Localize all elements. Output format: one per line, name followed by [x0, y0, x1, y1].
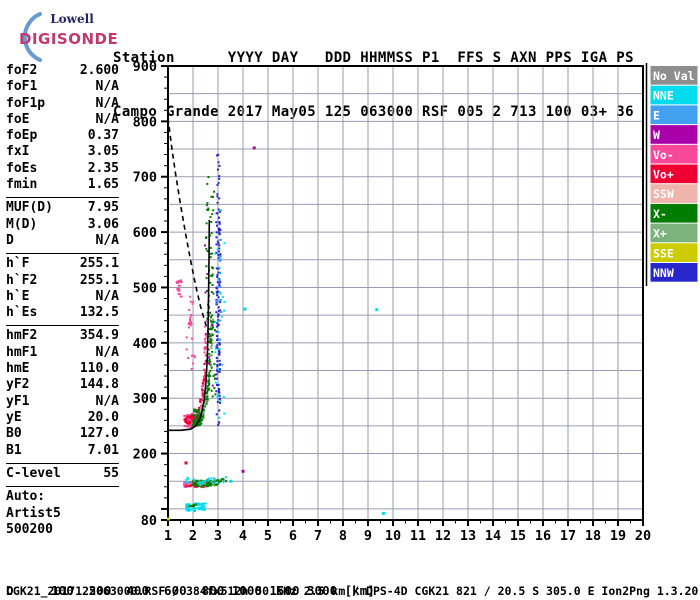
- legend-label: X+: [653, 227, 667, 241]
- x-tick-label: 2: [189, 528, 197, 544]
- x-tick-label: 14: [485, 528, 501, 544]
- x-tick-label: 15: [510, 528, 526, 544]
- legend-item-SSE: SSE: [650, 243, 698, 262]
- file-info-line: CGK21_2017125063000.RSF / 384fx512h 50 k…: [6, 584, 699, 598]
- legend-label: W: [653, 128, 660, 142]
- y-tick-label: 800: [133, 114, 157, 130]
- legend-item-W: W: [650, 125, 698, 144]
- stray-point: [243, 307, 247, 311]
- legend-item-X+: X+: [650, 223, 698, 243]
- stray-point: [184, 461, 188, 465]
- x-tick-label: 4: [239, 528, 247, 544]
- scatter-cluster-pink-blob-left: [175, 279, 183, 298]
- x-tick-label: 1: [164, 528, 172, 544]
- scatter-cluster-green-column-upper: [205, 176, 215, 323]
- legend-item-Vo-: Vo-: [650, 144, 698, 164]
- legend-item-E: E: [650, 105, 698, 125]
- x-tick-label: 10: [385, 528, 401, 544]
- x-tick-label: 13: [460, 528, 476, 544]
- legend-label: E: [653, 108, 660, 122]
- scatter-cluster-es-tail-green: [217, 478, 228, 484]
- stray-point: [252, 146, 256, 150]
- x-tick-label: 8: [339, 528, 347, 544]
- x-tick-label: 16: [535, 528, 551, 544]
- legend-label: NNE: [653, 89, 674, 103]
- x-tick-label: 7: [314, 528, 322, 544]
- y-tick-label: 500: [133, 280, 157, 296]
- legend-item-NNE: NNE: [650, 85, 698, 105]
- legend-item-Vo+: Vo+: [650, 164, 698, 184]
- y-tick-label: 200: [133, 447, 157, 463]
- x-tick-label: 18: [585, 528, 601, 544]
- legend: No Val NNE EW Vo- Vo+ SSW X- X+ SSE NNW: [645, 63, 698, 286]
- legend-label: Vo-: [653, 148, 674, 162]
- x-tick-label: 17: [560, 528, 576, 544]
- stray-point: [375, 308, 379, 312]
- x-tick-label: 6: [289, 528, 297, 544]
- stray-point: [241, 469, 245, 473]
- muf-transmission-curve: [167, 117, 212, 339]
- x-tick-label: 11: [410, 528, 426, 544]
- stray-point: [167, 517, 170, 521]
- x-tick-label: 9: [364, 528, 372, 544]
- x-tick-label: 20: [635, 528, 651, 544]
- legend-item-NNW: NNW: [650, 263, 698, 282]
- plot-grid: [168, 66, 644, 520]
- y-tick-label: 300: [133, 391, 157, 407]
- scatter-cluster-blue-column-top: [216, 153, 221, 211]
- legend-item-SSW: SSW: [650, 184, 698, 203]
- ionogram-app: Lowell DIGISONDE Station YYYY DAY DDD HH…: [0, 0, 700, 600]
- y-tick-label: 80: [141, 513, 157, 529]
- x-tick-label: 19: [610, 528, 626, 544]
- legend-label: SSW: [653, 187, 674, 201]
- legend-label: No Val: [653, 69, 695, 83]
- stray-points: [167, 146, 385, 521]
- legend-label: NNW: [653, 266, 674, 280]
- legend-item-X-: X-: [650, 203, 698, 223]
- y-tick-label: 600: [133, 225, 157, 241]
- axis-ticks: [161, 65, 644, 526]
- stray-point: [229, 479, 233, 483]
- x-tick-label: 12: [435, 528, 451, 544]
- y-tick-label: 700: [133, 170, 157, 186]
- scatter-cluster-pink-sparse-mid: [185, 326, 196, 370]
- ionogram-plot: 1 2 3 4 5 6 7 8 9 10 11 12 13 14 15 16 17 18 19 20900800700…: [133, 59, 698, 544]
- legend-label: SSE: [653, 246, 674, 260]
- plot-frame: [167, 65, 644, 521]
- stray-point: [382, 511, 385, 515]
- y-tick-label: 400: [133, 336, 157, 352]
- legend-label: Vo+: [653, 168, 674, 182]
- x-tick-label: 3: [214, 528, 222, 544]
- legend-item-NoVal: No Val: [650, 66, 698, 85]
- x-tick-label: 5: [264, 528, 272, 544]
- y-tick-label: 900: [133, 59, 157, 75]
- axis-labels: 1 2 3 4 5 6 7 8 9 10 11 12 13 14 15 16 17 18 19 20900800700…: [133, 59, 652, 544]
- legend-label: X-: [653, 207, 667, 221]
